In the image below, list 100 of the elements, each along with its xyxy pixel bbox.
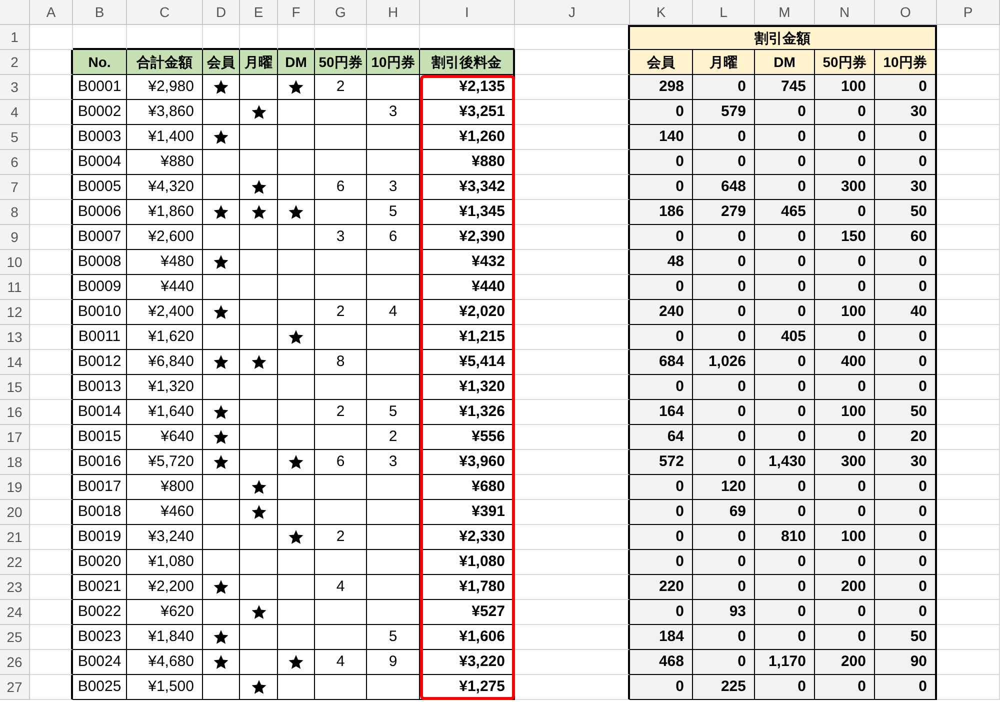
star-icon <box>213 129 229 145</box>
table-cell: 0 <box>815 425 875 450</box>
table-cell: ¥640 <box>127 425 203 450</box>
table-cell: ¥3,240 <box>127 525 203 550</box>
star-icon <box>250 479 266 495</box>
table-cell: ¥1,400 <box>127 125 203 150</box>
table-cell: ¥2,600 <box>127 225 203 250</box>
table-cell: 8 <box>315 350 367 375</box>
row-number: 17 <box>0 425 30 450</box>
table-title: 割引金額 <box>630 25 937 50</box>
table-cell: 0 <box>755 225 815 250</box>
table-cell: B0015 <box>73 425 127 450</box>
table-cell: ¥2,135 <box>420 75 515 100</box>
column-header: O <box>875 0 937 25</box>
table-cell: 745 <box>755 75 815 100</box>
table-cell: 298 <box>630 75 693 100</box>
table-cell: 465 <box>755 200 815 225</box>
table-cell: 0 <box>630 275 693 300</box>
table-cell: 69 <box>693 500 755 525</box>
table-cell: 0 <box>630 175 693 200</box>
table-cell: 120 <box>693 475 755 500</box>
table-cell: 0 <box>755 125 815 150</box>
column-heading: 50円券 <box>315 50 367 75</box>
table-cell: 0 <box>815 275 875 300</box>
star-icon <box>213 629 229 645</box>
table-cell: 3 <box>315 225 367 250</box>
table-cell: 2 <box>315 75 367 100</box>
table-cell: 579 <box>693 100 755 125</box>
table-cell: B0023 <box>73 625 127 650</box>
table-cell <box>367 325 420 350</box>
star-icon <box>288 454 304 470</box>
table-cell: B0001 <box>73 75 127 100</box>
table-cell: ¥391 <box>420 500 515 525</box>
table-cell: 48 <box>630 250 693 275</box>
star-icon <box>250 679 266 695</box>
table-cell: 0 <box>815 250 875 275</box>
table-cell <box>315 250 367 275</box>
star-icon <box>213 429 229 445</box>
corner-cell <box>0 0 30 25</box>
table-cell: 184 <box>630 625 693 650</box>
row-number: 18 <box>0 450 30 475</box>
table-cell: 648 <box>693 175 755 200</box>
row-number: 2 <box>0 50 30 75</box>
table-cell: 300 <box>815 175 875 200</box>
table-cell: B0024 <box>73 650 127 675</box>
table-cell: ¥6,840 <box>127 350 203 375</box>
table-cell: 150 <box>815 225 875 250</box>
table-cell: 0 <box>755 500 815 525</box>
row-number: 1 <box>0 25 30 50</box>
star-icon <box>213 404 229 420</box>
row-number: 26 <box>0 650 30 675</box>
row-number: 13 <box>0 325 30 350</box>
table-cell: 0 <box>875 275 937 300</box>
table-cell: B0013 <box>73 375 127 400</box>
table-cell: 0 <box>755 675 815 700</box>
table-cell: ¥1,620 <box>127 325 203 350</box>
table-cell: 0 <box>875 350 937 375</box>
star-icon <box>250 104 266 120</box>
column-header: D <box>203 0 240 25</box>
star-icon <box>250 204 266 220</box>
table-cell: 220 <box>630 575 693 600</box>
table-cell: 0 <box>875 600 937 625</box>
table-cell: 0 <box>630 525 693 550</box>
table-cell: 93 <box>693 600 755 625</box>
table-cell: ¥1,320 <box>127 375 203 400</box>
table-cell: 6 <box>367 225 420 250</box>
column-header: J <box>515 0 630 25</box>
table-cell: 0 <box>693 550 755 575</box>
table-cell: 300 <box>815 450 875 475</box>
row-number: 9 <box>0 225 30 250</box>
table-cell: 0 <box>755 300 815 325</box>
row-number: 14 <box>0 350 30 375</box>
table-cell: 0 <box>875 525 937 550</box>
table-cell: 100 <box>815 525 875 550</box>
row-number: 11 <box>0 275 30 300</box>
column-header: K <box>630 0 693 25</box>
table-cell: 5 <box>367 625 420 650</box>
table-cell: 240 <box>630 300 693 325</box>
table-cell: ¥440 <box>127 275 203 300</box>
column-heading: No. <box>73 50 127 75</box>
table-cell: B0025 <box>73 675 127 700</box>
table-cell: 0 <box>693 625 755 650</box>
column-header: L <box>693 0 755 25</box>
table-cell: 0 <box>755 175 815 200</box>
table-cell: B0008 <box>73 250 127 275</box>
row-number: 10 <box>0 250 30 275</box>
table-cell: ¥1,606 <box>420 625 515 650</box>
table-cell: 0 <box>815 500 875 525</box>
table-cell: 0 <box>755 600 815 625</box>
table-cell <box>367 75 420 100</box>
table-cell: ¥3,860 <box>127 100 203 125</box>
row-number: 8 <box>0 200 30 225</box>
column-heading: 割引後料金 <box>420 50 515 75</box>
table-cell: 0 <box>875 125 937 150</box>
star-icon <box>250 354 266 370</box>
row-number: 21 <box>0 525 30 550</box>
table-cell: 30 <box>875 100 937 125</box>
table-cell: ¥3,342 <box>420 175 515 200</box>
column-heading: 50円券 <box>815 50 875 75</box>
column-header: A <box>30 0 73 25</box>
